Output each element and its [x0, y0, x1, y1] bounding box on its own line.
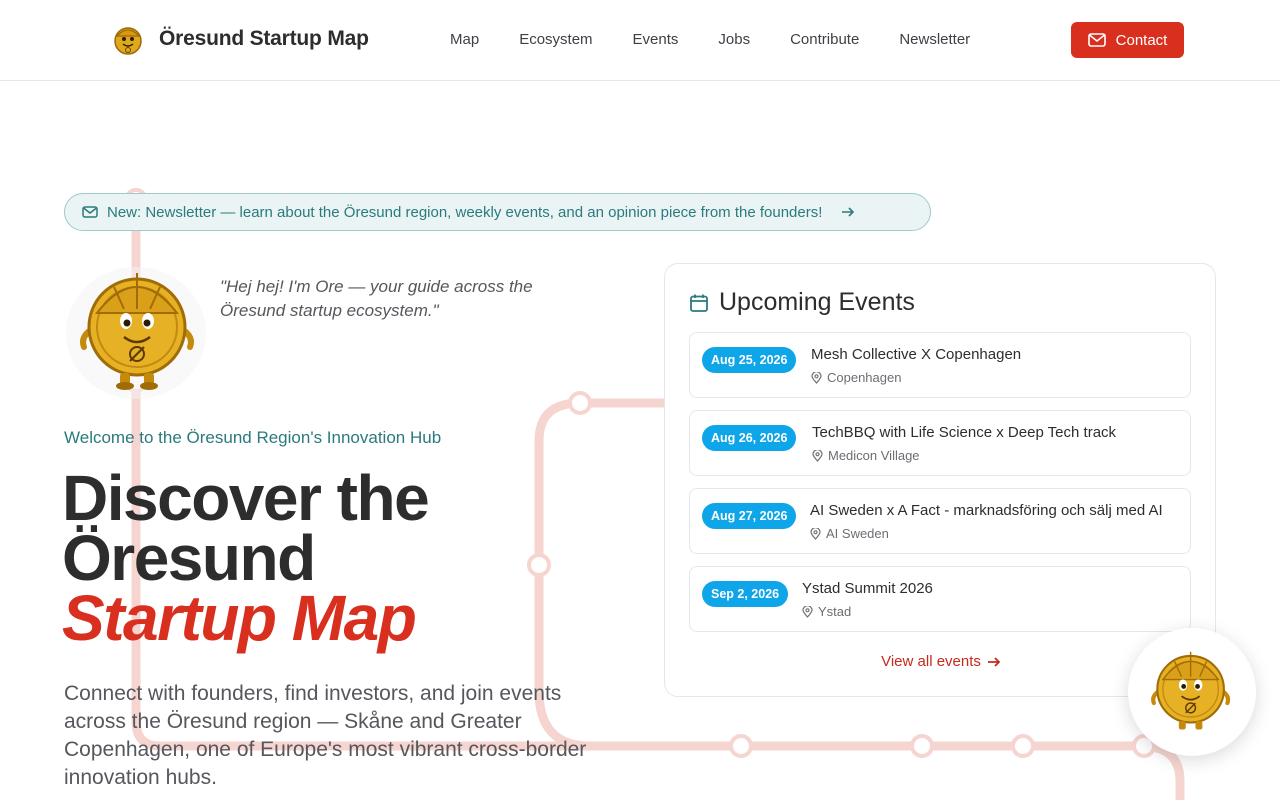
mail-icon — [1087, 33, 1106, 47]
newsletter-banner[interactable]: New: Newsletter — learn about the Öresun… — [64, 193, 931, 231]
events-title: Upcoming Events — [689, 288, 915, 317]
event-date-badge: Aug 26, 2026 — [702, 425, 797, 451]
map-pin-icon — [802, 605, 813, 618]
calendar-icon — [690, 294, 708, 312]
headline-line-1: Discover the — [62, 462, 430, 534]
event-date-badge: Aug 25, 2026 — [702, 347, 797, 373]
headline-line-2: Öresund — [62, 522, 316, 594]
event-location-text: Copenhagen — [827, 370, 902, 385]
map-pin-icon — [811, 371, 822, 384]
brand-link[interactable]: Öresund Startup Map — [111, 22, 369, 56]
brand-name: Öresund Startup Map — [159, 27, 369, 50]
site-header: Öresund Startup Map Map Ecosystem Events… — [0, 0, 1280, 81]
event-item[interactable]: Aug 26, 2026 TechBBQ with Life Science x… — [689, 410, 1191, 476]
map-pin-icon — [810, 527, 821, 540]
contact-button[interactable]: Contact — [1071, 22, 1184, 58]
arrow-right-icon — [987, 656, 1001, 667]
event-location-text: Ystad — [818, 604, 852, 619]
hero-eyebrow: Welcome to the Öresund Region's Innovati… — [64, 428, 442, 447]
event-location: Copenhagen — [811, 370, 901, 385]
event-item[interactable]: Aug 25, 2026 Mesh Collective X Copenhage… — [689, 332, 1191, 398]
event-title: AI Sweden x A Fact - marknadsföring och … — [810, 502, 1163, 519]
event-location: Medicon Village — [812, 448, 920, 463]
event-location-text: Medicon Village — [828, 448, 920, 463]
event-title: Ystad Summit 2026 — [802, 580, 933, 597]
headline-accent: Startup Map — [62, 582, 417, 654]
events-title-text: Upcoming Events — [719, 288, 915, 316]
nav-jobs[interactable]: Jobs — [718, 31, 750, 48]
view-all-label: View all events — [881, 653, 981, 670]
map-pin-icon — [812, 449, 823, 462]
nav-ecosystem[interactable]: Ecosystem — [519, 31, 592, 48]
main-nav: Map Ecosystem Events Jobs Contribute New… — [450, 31, 1010, 48]
mascot-ore-icon — [1151, 651, 1231, 730]
event-item[interactable]: Sep 2, 2026 Ystad Summit 2026 Ystad — [689, 566, 1191, 632]
mascot-ore-image — [66, 267, 206, 399]
mascot-logo-icon — [114, 27, 142, 55]
banner-text: New: Newsletter — learn about the Öresun… — [107, 203, 823, 221]
event-location: Ystad — [802, 604, 851, 619]
mail-icon — [82, 206, 98, 218]
upcoming-events-card: Upcoming Events Aug 25, 2026 Mesh Collec… — [664, 263, 1216, 697]
event-location: AI Sweden — [810, 526, 889, 541]
arrow-right-icon — [842, 207, 855, 217]
event-title: Mesh Collective X Copenhagen — [811, 346, 1022, 363]
event-date-badge: Sep 2, 2026 — [702, 581, 789, 607]
event-item[interactable]: Aug 27, 2026 AI Sweden x A Fact - markna… — [689, 488, 1191, 554]
nav-newsletter[interactable]: Newsletter — [899, 31, 970, 48]
event-date-badge: Aug 27, 2026 — [702, 503, 797, 529]
event-location-text: AI Sweden — [826, 526, 889, 541]
hero-lead: Connect with founders, find investors, a… — [64, 682, 587, 789]
nav-contribute[interactable]: Contribute — [790, 31, 859, 48]
nav-map[interactable]: Map — [450, 31, 479, 48]
contact-label: Contact — [1115, 31, 1168, 49]
mascot-quote: "Hej hej! I'm Ore — your guide across th… — [220, 277, 533, 320]
hero-headline: Discover the Öresund Startup Map — [62, 462, 430, 654]
event-title: TechBBQ with Life Science x Deep Tech tr… — [812, 424, 1117, 441]
nav-events[interactable]: Events — [633, 31, 679, 48]
mascot-chat-button[interactable] — [1128, 628, 1256, 756]
